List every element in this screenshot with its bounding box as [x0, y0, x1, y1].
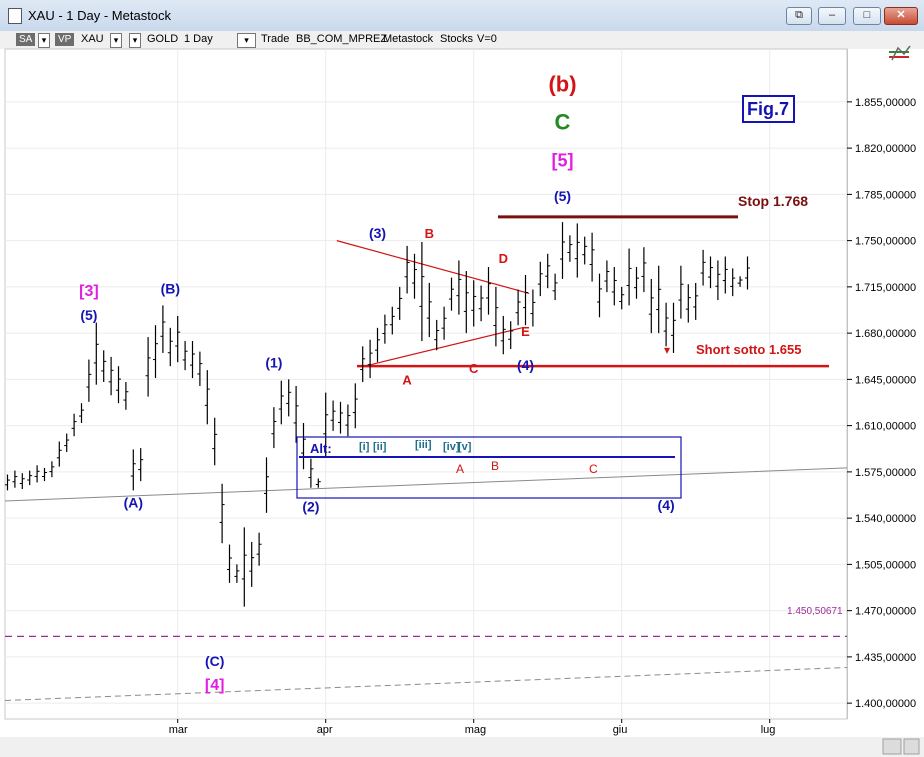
- wave-label-1: (5): [80, 307, 97, 323]
- x-tick-label-2: mag: [465, 724, 486, 736]
- y-tick-label-8: 1.575,00000: [855, 467, 916, 479]
- triangle-upper-line: [336, 240, 530, 295]
- wave-label-10: A: [402, 373, 412, 388]
- y-tick-label-4: 1.715,00000: [855, 282, 916, 294]
- y-tick-label-3: 1.750,00000: [855, 236, 916, 248]
- y-tick-label-1: 1.820,00000: [855, 143, 916, 155]
- y-tick-label-0: 1.855,00000: [855, 97, 916, 109]
- y-tick-label-13: 1.400,00000: [855, 698, 916, 710]
- y-tick-label-2: 1.785,00000: [855, 189, 916, 201]
- wave-label-16: C: [555, 110, 571, 135]
- figure-label: Fig.7: [747, 99, 789, 119]
- alt-title: Alt:: [310, 441, 332, 456]
- scroll-right-button[interactable]: [903, 738, 920, 755]
- wave-label-19: (4): [658, 497, 675, 513]
- wave-label-18: (5): [554, 188, 571, 204]
- alt-label-v: [v]: [458, 441, 472, 453]
- price-chart[interactable]: 1.855,00000 1.820,00000 1.785,00000 1.750,0…: [0, 0, 924, 757]
- wave-label-17: [5]: [552, 151, 574, 171]
- wave-label-14: (4): [517, 357, 534, 373]
- wave-label-7: (2): [302, 499, 319, 515]
- plot-area: [4, 48, 848, 720]
- crosshair-tool-icon[interactable]: [889, 45, 911, 61]
- y-tick-label-6: 1.645,00000: [855, 374, 916, 386]
- stop-label: Stop 1.768: [738, 193, 808, 209]
- y-tick-label-10: 1.505,00000: [855, 559, 916, 571]
- y-tick-label-7: 1.610,00000: [855, 421, 916, 433]
- x-axis: mar apr mag giu lug: [169, 719, 776, 736]
- x-tick-label-4: lug: [761, 724, 776, 736]
- wave-label-13: E: [521, 324, 530, 339]
- alt-label-c: C: [589, 462, 598, 476]
- base-trendline: [4, 666, 848, 701]
- x-tick-label-1: apr: [317, 724, 333, 736]
- x-tick-label-3: giu: [613, 724, 628, 736]
- scroll-left-button[interactable]: [882, 738, 902, 755]
- x-tick-label-0: mar: [169, 724, 188, 736]
- wave-label-11: C: [469, 361, 479, 376]
- alt-label-ii: [ii]: [373, 441, 387, 453]
- dashed-level-label: 1.450,50671: [787, 606, 843, 617]
- alt-label-b: B: [491, 459, 499, 473]
- price-bars: [5, 222, 750, 607]
- gridlines: [5, 49, 847, 719]
- alt-label-iii: [iii]: [415, 439, 432, 451]
- wave-label-9: B: [425, 226, 434, 241]
- wave-label-3: (B): [161, 280, 180, 296]
- wave-label-0: [3]: [79, 283, 99, 300]
- y-tick-label-5: 1.680,00000: [855, 328, 916, 340]
- y-tick-label-11: 1.470,00000: [855, 606, 916, 618]
- short-label: Short sotto 1.655: [696, 342, 801, 357]
- wave-label-8: (3): [369, 225, 386, 241]
- y-tick-label-12: 1.435,00000: [855, 652, 916, 664]
- wave-label-12: D: [499, 251, 508, 266]
- wave-label-15: (b): [548, 71, 576, 96]
- short-arrow-icon: ▾: [664, 343, 670, 357]
- trendlines: [4, 215, 848, 701]
- wave-label-6: (1): [265, 354, 282, 370]
- wave-annotations: [3] (5) (A) (B) (C) [4] (1) (2) (3) B A C D E (4) (b) C […: [79, 71, 675, 694]
- alt-label-i: [i]: [359, 441, 370, 453]
- wave-label-2: (A): [124, 495, 143, 511]
- alt-box: [296, 436, 682, 499]
- wave-label-4: (C): [205, 653, 224, 669]
- y-axis: 1.855,00000 1.820,00000 1.785,00000 1.750,0…: [847, 97, 916, 710]
- alt-label-a: A: [456, 462, 464, 476]
- y-tick-label-9: 1.540,00000: [855, 513, 916, 525]
- wave-label-5: [4]: [205, 677, 225, 694]
